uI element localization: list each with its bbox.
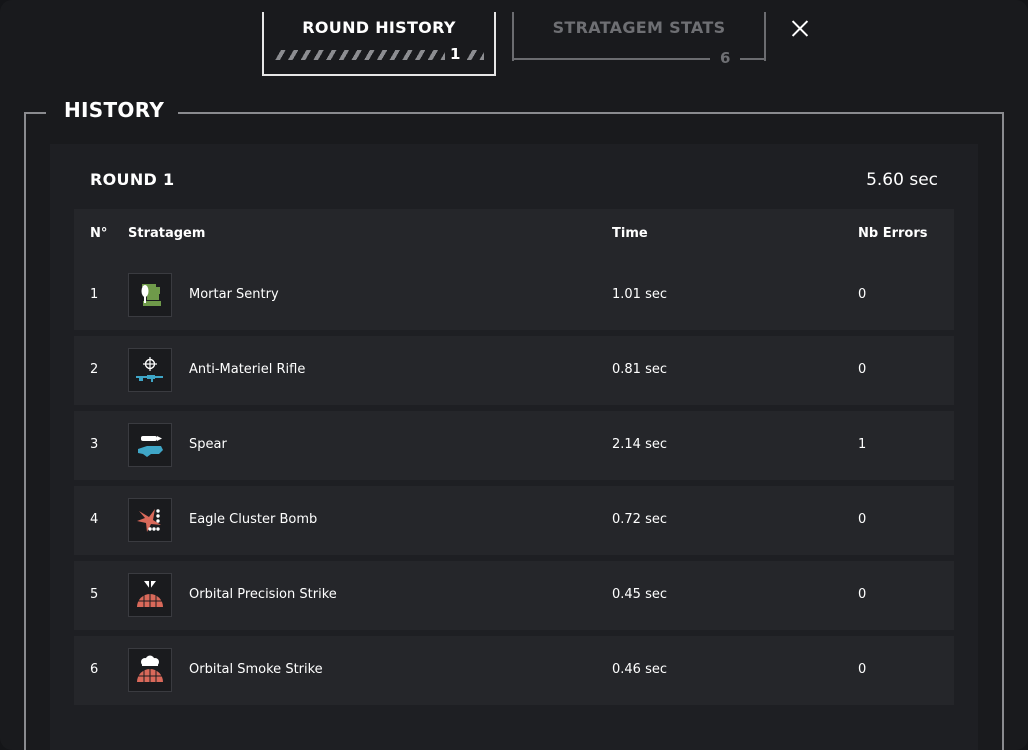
tab-progress-stripes-tail <box>467 50 484 60</box>
stratagem-time: 0.81 sec <box>612 362 667 377</box>
stratagem-errors: 1 <box>858 437 867 452</box>
table-row: 1 Mortar Sentry 1.01 sec 0 <box>74 261 954 330</box>
stratagem-errors: 0 <box>858 512 867 527</box>
tab-count: 6 <box>720 49 731 67</box>
table-row: 3 Spear 2.14 sec 1 <box>74 411 954 480</box>
divider <box>178 112 1004 114</box>
column-header-number: N° <box>90 226 108 241</box>
table-row: 4 Eagle Cluster Bomb 0.72 sec 0 <box>74 486 954 555</box>
tab-underline <box>740 58 766 60</box>
row-number: 5 <box>90 587 99 602</box>
row-number: 2 <box>90 362 99 377</box>
spear-icon <box>128 423 172 467</box>
orbital-smoke-strike-icon <box>128 648 172 692</box>
table-row: 2 Anti-Materiel Rifle 0.81 sec 0 <box>74 336 954 405</box>
stratagem-errors: 0 <box>858 662 867 677</box>
stratagem-errors: 0 <box>858 287 867 302</box>
tab-stratagem-stats[interactable]: STRATAGEM STATS 6 <box>512 12 766 67</box>
table-row: 6 Orbital Smoke Strike 0.46 sec 0 <box>74 636 954 705</box>
section-title: HISTORY <box>64 98 165 122</box>
stratagem-time: 0.72 sec <box>612 512 667 527</box>
stratagem-name: Orbital Smoke Strike <box>189 662 323 677</box>
row-number: 4 <box>90 512 99 527</box>
dialog-window: ROUND HISTORY 1 STRATAGEM STATS 6 HISTOR… <box>0 0 1028 750</box>
stratagem-time: 1.01 sec <box>612 287 667 302</box>
stratagem-name: Spear <box>189 437 227 452</box>
table-header: N° Stratagem Time Nb Errors <box>74 209 954 261</box>
table-row: 5 Orbital Precision Strike 0.45 sec 0 <box>74 561 954 630</box>
stratagem-errors: 0 <box>858 587 867 602</box>
stratagem-time: 0.45 sec <box>612 587 667 602</box>
round-title: ROUND 1 <box>90 170 175 189</box>
tab-label: STRATAGEM STATS <box>552 18 726 37</box>
tab-round-history[interactable]: ROUND HISTORY 1 <box>262 12 496 76</box>
tab-underline <box>514 58 710 60</box>
tab-label: ROUND HISTORY <box>302 18 456 37</box>
eagle-cluster-bomb-icon <box>128 498 172 542</box>
stratagem-time: 2.14 sec <box>612 437 667 452</box>
tab-progress-stripes <box>275 50 445 60</box>
orbital-precision-strike-icon <box>128 573 172 617</box>
mortar-sentry-icon <box>128 273 172 317</box>
stratagem-name: Anti-Materiel Rifle <box>189 362 306 377</box>
column-header-stratagem: Stratagem <box>128 226 206 241</box>
row-number: 3 <box>90 437 99 452</box>
divider <box>24 112 46 114</box>
stratagem-time: 0.46 sec <box>612 662 667 677</box>
round-total-time: 5.60 sec <box>866 170 938 190</box>
close-icon[interactable] <box>786 14 814 42</box>
anti-materiel-rifle-icon <box>128 348 172 392</box>
column-header-errors: Nb Errors <box>858 226 928 241</box>
stratagem-name: Eagle Cluster Bomb <box>189 512 318 527</box>
tab-count: 1 <box>450 45 461 63</box>
column-header-time: Time <box>612 226 648 241</box>
stratagem-name: Mortar Sentry <box>189 287 279 302</box>
stratagem-errors: 0 <box>858 362 867 377</box>
row-number: 1 <box>90 287 99 302</box>
stratagem-name: Orbital Precision Strike <box>189 587 337 602</box>
row-number: 6 <box>90 662 99 677</box>
